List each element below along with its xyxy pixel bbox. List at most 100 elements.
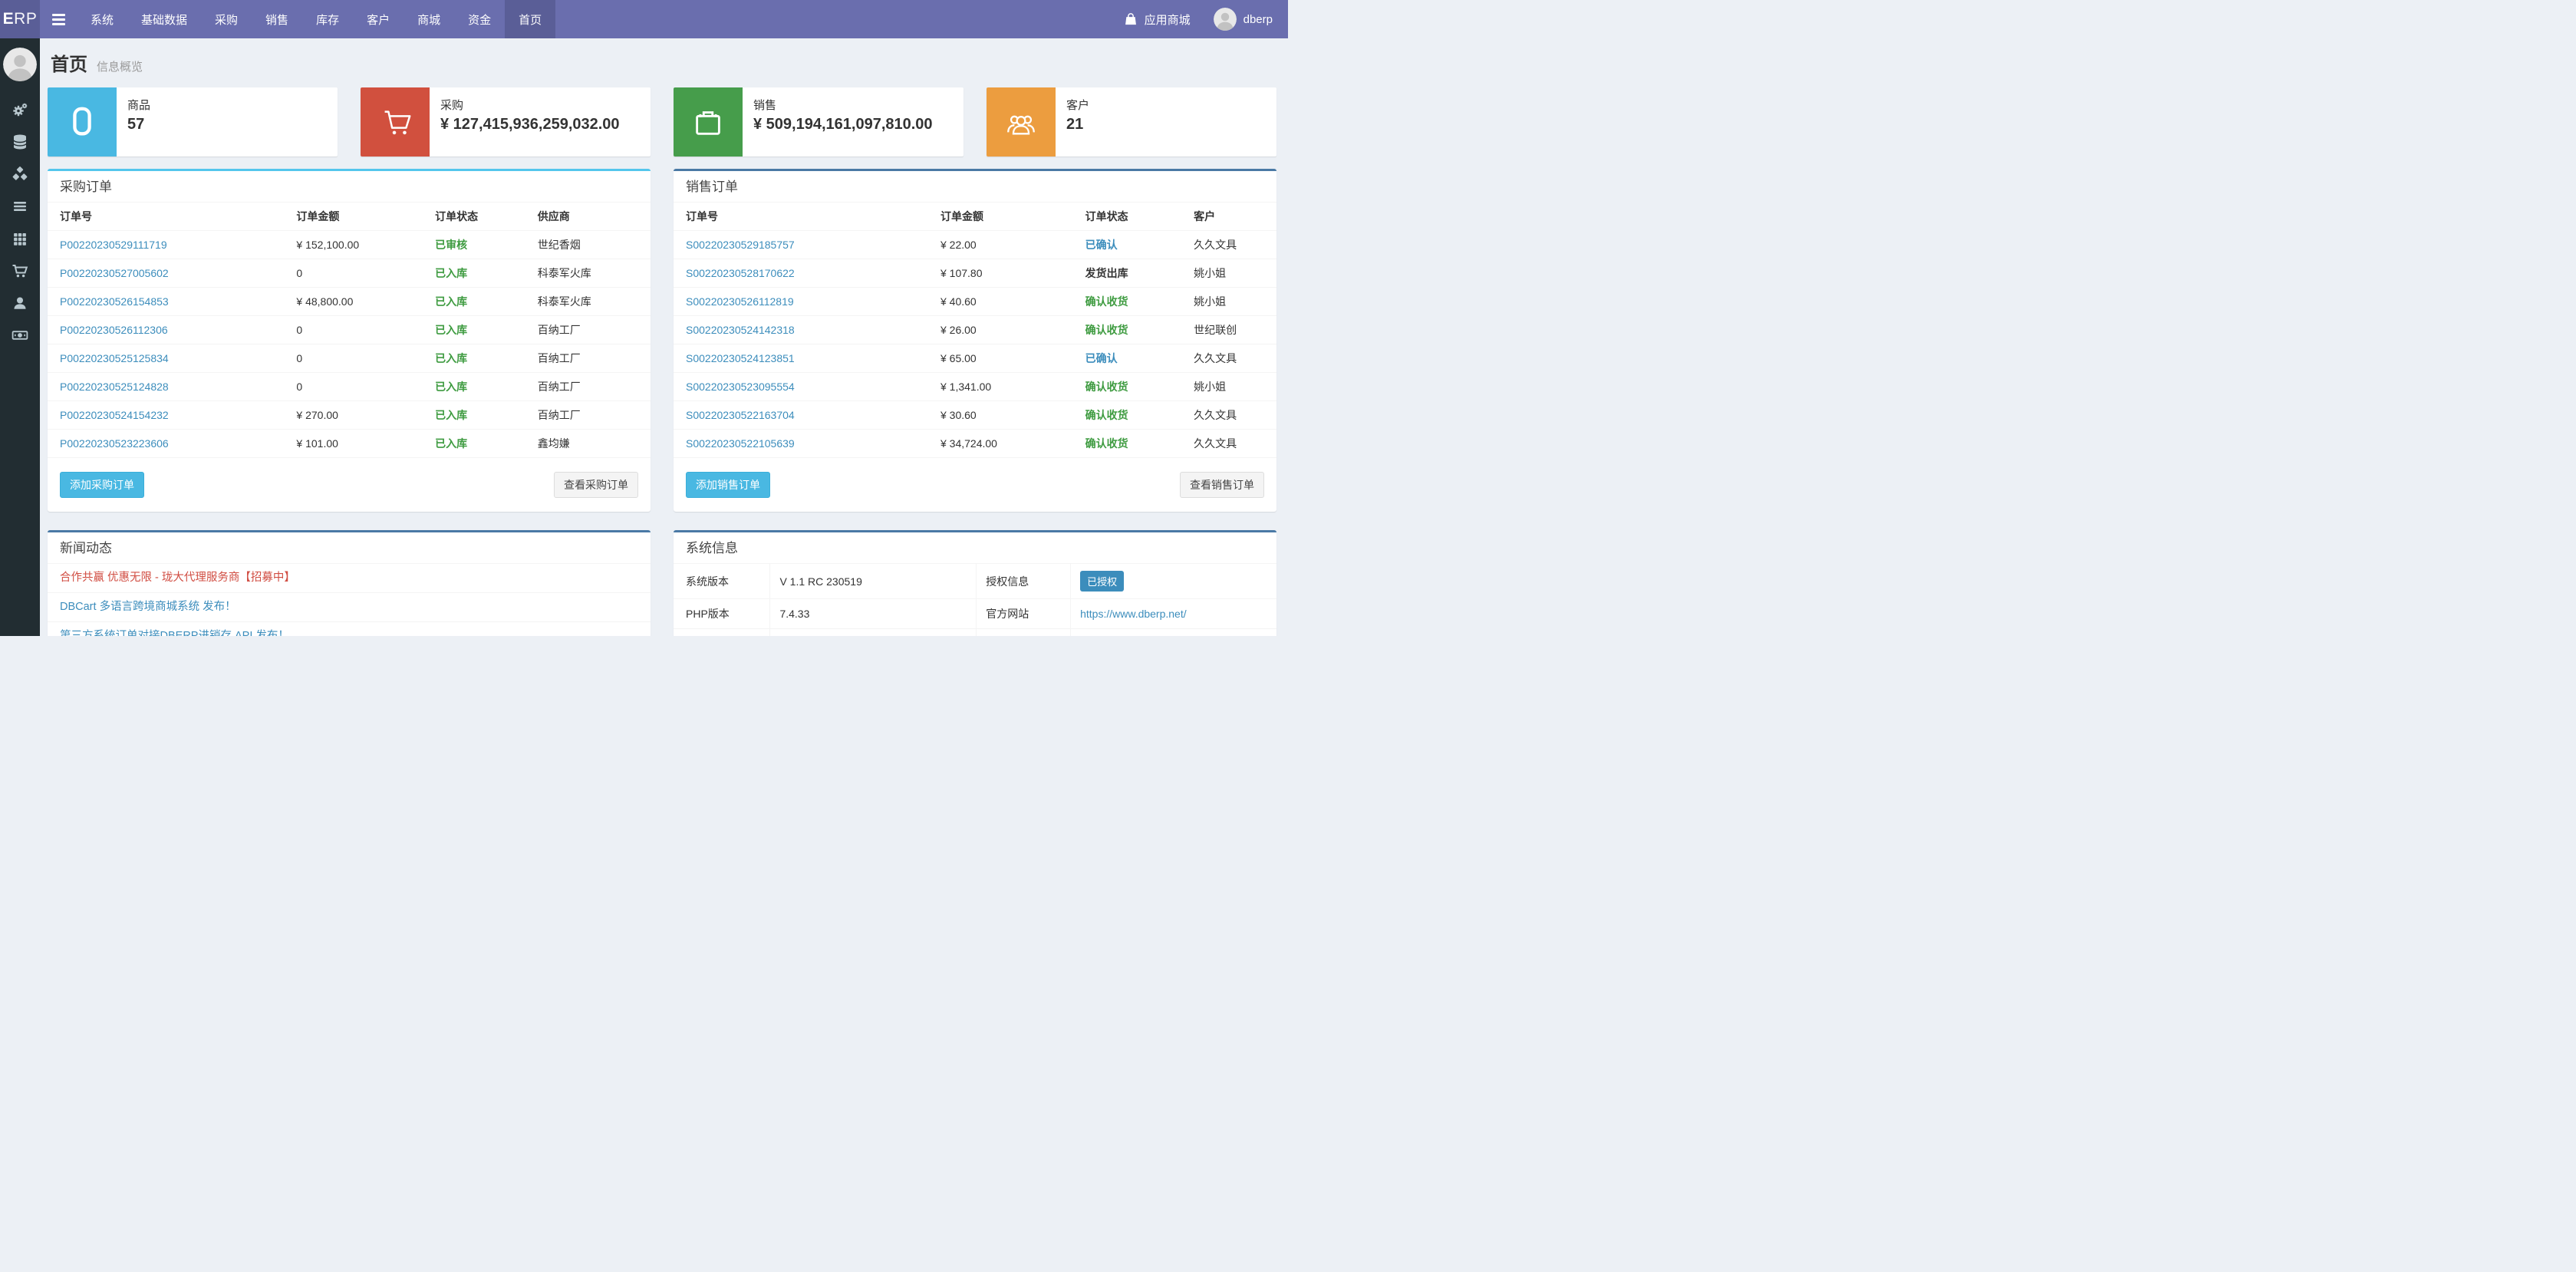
sidebar-item-base-data[interactable] bbox=[0, 126, 40, 158]
column-header: 供应商 bbox=[530, 203, 651, 231]
nav-item-system[interactable]: 系统 bbox=[77, 0, 127, 38]
order-amount: ¥ 26.00 bbox=[933, 316, 1078, 344]
system-info-link[interactable]: https://www.dberp.net/ bbox=[1080, 608, 1187, 620]
column-header: 订单号 bbox=[48, 203, 288, 231]
column-header: 订单金额 bbox=[933, 203, 1078, 231]
app-store-label: 应用商城 bbox=[1145, 12, 1191, 28]
order-number-link[interactable]: S00220230523095554 bbox=[686, 381, 795, 393]
purchase-table-body: P00220230529111719¥ 152,100.00已审核世纪香烟P00… bbox=[48, 231, 651, 458]
purchase-orders-table: 订单号订单金额订单状态供应商 P00220230529111719¥ 152,1… bbox=[48, 202, 651, 458]
order-number-link[interactable]: S00220230528170622 bbox=[686, 267, 795, 279]
stat-cards: 商品 57 采购 ¥ 127,415,936,259,032.00 bbox=[48, 87, 1276, 157]
stat-value: ¥ 509,194,161,097,810.00 bbox=[753, 116, 933, 133]
order-party: 百纳工厂 bbox=[530, 401, 651, 430]
order-number-link[interactable]: S00220230526112819 bbox=[686, 295, 794, 308]
add-sales-order-button[interactable]: 添加销售订单 bbox=[686, 472, 770, 498]
nav-item-mall[interactable]: 商城 bbox=[404, 0, 454, 38]
sidebar-item-customers[interactable] bbox=[0, 287, 40, 319]
order-party: 科泰军火库 bbox=[530, 259, 651, 288]
stat-label: 商品 bbox=[127, 97, 150, 113]
add-purchase-order-button[interactable]: 添加采购订单 bbox=[60, 472, 144, 498]
column-header: 订单状态 bbox=[427, 203, 530, 231]
sidebar-item-funds[interactable] bbox=[0, 319, 40, 351]
order-status: 确认收货 bbox=[1085, 381, 1128, 393]
top-navbar: ERP 系统基础数据采购销售库存客户商城资金首页 应用商城 db bbox=[0, 0, 1288, 38]
table-header-row: 订单号订单金额订单状态客户 bbox=[674, 203, 1276, 231]
app-logo[interactable]: ERP bbox=[0, 0, 40, 38]
system-info-row: 在线手册https://docs.dberp.net/官方论坛https://b… bbox=[674, 629, 1276, 637]
order-number-link[interactable]: P00220230526112306 bbox=[60, 324, 168, 336]
order-amount: ¥ 40.60 bbox=[933, 288, 1078, 316]
sales-table-body: S00220230529185757¥ 22.00已确认久久文具S0022023… bbox=[674, 231, 1276, 458]
panel-title: 销售订单 bbox=[674, 171, 1276, 202]
order-party: 久久文具 bbox=[1186, 401, 1276, 430]
order-number-link[interactable]: S00220230522163704 bbox=[686, 409, 795, 421]
order-party: 百纳工厂 bbox=[530, 344, 651, 373]
order-row: P002202305270056020已入库科泰军火库 bbox=[48, 259, 651, 288]
authorized-badge: 已授权 bbox=[1080, 571, 1124, 592]
logo-rest: RP bbox=[14, 10, 37, 28]
order-number-link[interactable]: P00220230524154232 bbox=[60, 409, 169, 421]
order-number-link[interactable]: S00220230524123851 bbox=[686, 352, 795, 364]
order-number-link[interactable]: P00220230527005602 bbox=[60, 267, 169, 279]
system-info-row: PHP版本7.4.33官方网站https://www.dberp.net/ bbox=[674, 599, 1276, 629]
order-row: S00220230528170622¥ 107.80发货出库姚小姐 bbox=[674, 259, 1276, 288]
nav-item-funds[interactable]: 资金 bbox=[454, 0, 505, 38]
nav-item-purchase[interactable]: 采购 bbox=[201, 0, 252, 38]
stat-card-sales: 销售 ¥ 509,194,161,097,810.00 bbox=[674, 87, 964, 157]
system-info-label: 官方网站 bbox=[977, 599, 1071, 629]
order-row: P00220230526154853¥ 48,800.00已入库科泰军火库 bbox=[48, 288, 651, 316]
order-number-link[interactable]: P00220230523223606 bbox=[60, 437, 169, 450]
order-row: P002202305261123060已入库百纳工厂 bbox=[48, 316, 651, 344]
nav-item-inventory[interactable]: 库存 bbox=[302, 0, 353, 38]
order-number-link[interactable]: P00220230529111719 bbox=[60, 239, 167, 251]
order-status: 发货出库 bbox=[1085, 267, 1128, 279]
order-party: 久久文具 bbox=[1186, 344, 1276, 373]
order-number-link[interactable]: S00220230524142318 bbox=[686, 324, 795, 336]
order-number-link[interactable]: S00220230522105639 bbox=[686, 437, 795, 450]
news-item: 第三方系统订单对接DBERP进销存 API 发布！ bbox=[48, 621, 651, 636]
sidebar-item-products[interactable] bbox=[0, 158, 40, 190]
order-status: 已入库 bbox=[435, 295, 467, 308]
system-info-link: https://docs.dberp.net/ bbox=[770, 629, 977, 637]
nav-item-base-data[interactable]: 基础数据 bbox=[127, 0, 201, 38]
nav-item-sales[interactable]: 销售 bbox=[252, 0, 302, 38]
news-link[interactable]: DBCart 多语言跨境商城系统 发布！ bbox=[60, 601, 236, 613]
sidebar-item-mall[interactable] bbox=[0, 255, 40, 287]
order-amount: ¥ 107.80 bbox=[933, 259, 1078, 288]
order-row: S00220230522105639¥ 34,724.00确认收货久久文具 bbox=[674, 430, 1276, 458]
view-sales-orders-button[interactable]: 查看销售订单 bbox=[1180, 472, 1264, 498]
sidebar-avatar[interactable] bbox=[3, 48, 37, 81]
sidebar-item-modules[interactable] bbox=[0, 222, 40, 255]
briefcase-icon bbox=[690, 104, 726, 140]
nav-item-home[interactable]: 首页 bbox=[505, 0, 555, 38]
sales-panel-footer: 添加销售订单 查看销售订单 bbox=[674, 458, 1276, 512]
column-header: 订单号 bbox=[674, 203, 933, 231]
sidebar bbox=[0, 38, 40, 636]
sidebar-toggle-button[interactable] bbox=[40, 0, 77, 38]
news-link[interactable]: 合作共赢 优惠无限 - 珑大代理服务商【招募中】 bbox=[60, 572, 295, 584]
order-amount: ¥ 22.00 bbox=[933, 231, 1078, 259]
panels-grid: 采购订单 订单号订单金额订单状态供应商 P00220230529111719¥ … bbox=[48, 169, 1276, 636]
sidebar-item-orders[interactable] bbox=[0, 190, 40, 222]
order-party: 百纳工厂 bbox=[530, 373, 651, 401]
table-header-row: 订单号订单金额订单状态供应商 bbox=[48, 203, 651, 231]
order-number-link[interactable]: P00220230525125834 bbox=[60, 352, 169, 364]
users-icon bbox=[1003, 104, 1039, 140]
order-number-link[interactable]: P00220230526154853 bbox=[60, 295, 169, 308]
sidebar-item-settings[interactable] bbox=[0, 94, 40, 126]
stat-card-purchase: 采购 ¥ 127,415,936,259,032.00 bbox=[361, 87, 651, 157]
order-number-link[interactable]: P00220230525124828 bbox=[60, 381, 169, 393]
view-purchase-orders-button[interactable]: 查看采购订单 bbox=[554, 472, 638, 498]
user-menu[interactable]: dberp bbox=[1214, 8, 1273, 31]
news-link[interactable]: 第三方系统订单对接DBERP进销存 API 发布！ bbox=[60, 630, 289, 636]
order-party: 姚小姐 bbox=[1186, 373, 1276, 401]
banknote-icon bbox=[11, 326, 29, 344]
nav-item-customer[interactable]: 客户 bbox=[353, 0, 404, 38]
stat-label: 采购 bbox=[440, 97, 620, 113]
order-number-link[interactable]: S00220230529185757 bbox=[686, 239, 795, 251]
order-status: 已入库 bbox=[435, 352, 467, 364]
system-info-text: 7.4.33 bbox=[770, 599, 977, 629]
order-status: 已入库 bbox=[435, 381, 467, 393]
app-store-link[interactable]: 应用商城 bbox=[1123, 12, 1191, 28]
